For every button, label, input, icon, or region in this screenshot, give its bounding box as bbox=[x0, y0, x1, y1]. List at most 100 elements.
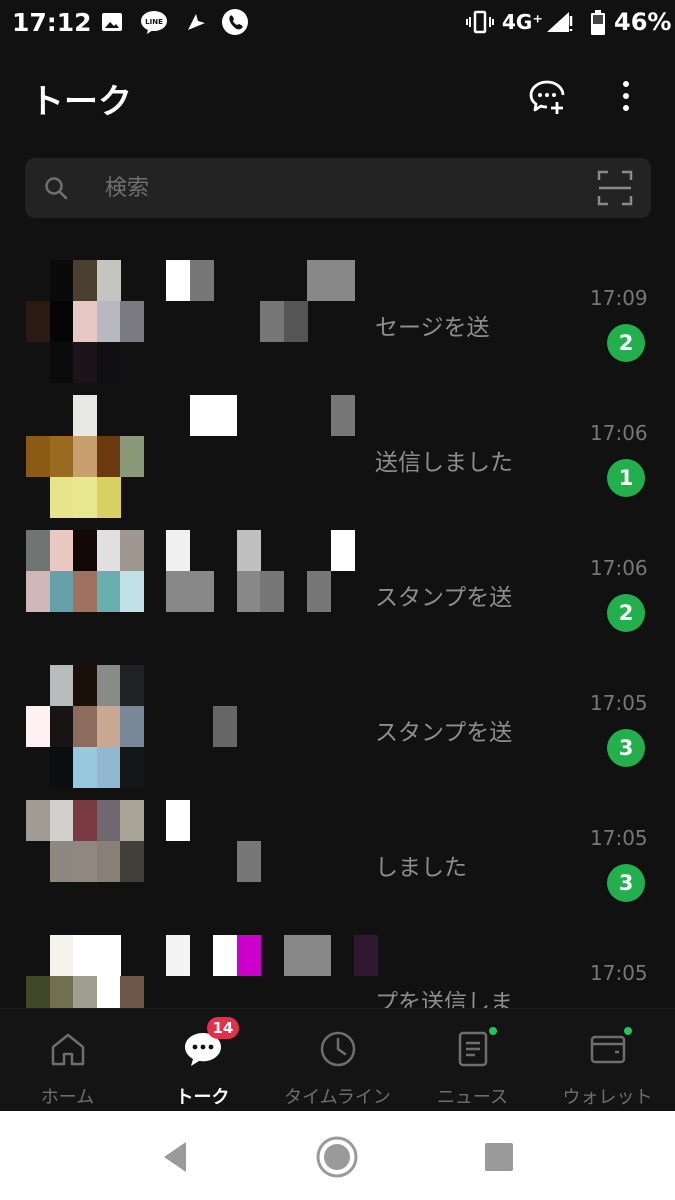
qr-scan-icon[interactable] bbox=[597, 170, 633, 206]
message-time: 17:05 bbox=[590, 826, 648, 850]
nav-label: ニュース bbox=[436, 1087, 509, 1108]
mosaic-cell bbox=[26, 976, 50, 1010]
mosaic-cell bbox=[120, 665, 144, 706]
mosaic-cell bbox=[307, 260, 331, 301]
mosaic-cell bbox=[73, 260, 97, 301]
message-preview: 送信しました bbox=[375, 450, 513, 476]
battery-icon bbox=[590, 10, 606, 35]
mosaic-cell bbox=[120, 530, 144, 571]
mosaic-cell bbox=[283, 301, 308, 342]
mosaic-cell bbox=[96, 530, 121, 571]
nav-label: タイムライン bbox=[284, 1087, 391, 1108]
nav-news[interactable]: ニュース bbox=[405, 1009, 540, 1112]
back-icon bbox=[164, 1142, 186, 1172]
chat-row[interactable]: しました 17:05 3 bbox=[0, 790, 675, 925]
mosaic-cell bbox=[189, 395, 214, 436]
mosaic-cell bbox=[330, 260, 355, 301]
mosaic-cell bbox=[73, 301, 97, 342]
mosaic-cell bbox=[49, 342, 74, 383]
chat-icon: 14 bbox=[183, 1017, 240, 1069]
news-icon bbox=[453, 1027, 497, 1069]
search-bar[interactable] bbox=[25, 158, 651, 218]
mosaic-cell bbox=[26, 436, 50, 477]
chat-row[interactable]: プを送信しま 17:05 bbox=[0, 925, 675, 1010]
mosaic-cell bbox=[96, 260, 121, 301]
message-preview: スタンプを送 bbox=[375, 585, 513, 611]
mosaic-cell bbox=[26, 571, 50, 612]
mosaic-cell bbox=[307, 571, 331, 612]
mosaic-cell bbox=[120, 301, 144, 342]
chat-row[interactable]: スタンプを送 17:05 3 bbox=[0, 655, 675, 790]
message-preview: しました bbox=[375, 855, 467, 881]
nav-talk[interactable]: 14 トーク bbox=[135, 1009, 270, 1112]
mosaic-cell bbox=[49, 706, 74, 747]
chat-row[interactable]: スタンプを送 17:06 2 bbox=[0, 520, 675, 655]
mosaic-cell bbox=[330, 530, 355, 571]
unread-badge: 3 bbox=[607, 729, 645, 767]
more-menu-button[interactable] bbox=[606, 76, 646, 116]
mosaic-cell bbox=[49, 436, 74, 477]
nav-wallet[interactable]: ウォレット bbox=[540, 1009, 675, 1112]
mosaic-cell bbox=[96, 935, 121, 976]
line-app-icon: LINE bbox=[140, 10, 168, 34]
mosaic-cell bbox=[96, 301, 121, 342]
mosaic-cell bbox=[73, 342, 97, 383]
nav-home[interactable]: ホーム bbox=[0, 1009, 135, 1112]
mosaic-cell bbox=[49, 665, 74, 706]
mosaic-cell bbox=[73, 665, 97, 706]
mosaic-cell bbox=[73, 530, 97, 571]
mosaic-cell bbox=[73, 841, 97, 882]
mosaic-cell bbox=[26, 301, 50, 342]
mosaic-cell bbox=[49, 976, 74, 1010]
signal-icon bbox=[545, 10, 575, 34]
home-icon bbox=[48, 1029, 88, 1069]
message-time: 17:06 bbox=[590, 556, 648, 580]
phone-icon bbox=[222, 9, 248, 35]
unread-badge: 2 bbox=[607, 594, 645, 632]
status-time: 17:12 bbox=[12, 8, 92, 37]
mosaic-cell bbox=[120, 841, 144, 882]
mosaic-cell bbox=[236, 571, 261, 612]
new-chat-button[interactable] bbox=[527, 76, 567, 116]
mosaic-cell bbox=[120, 436, 144, 477]
wallet-icon bbox=[588, 1027, 632, 1069]
mosaic-cell bbox=[260, 571, 284, 612]
unread-badge: 2 bbox=[607, 324, 645, 362]
search-input[interactable] bbox=[105, 158, 585, 218]
recents-button[interactable] bbox=[477, 1135, 521, 1179]
mosaic-cell bbox=[26, 706, 50, 747]
nav-timeline[interactable]: タイムライン bbox=[270, 1009, 405, 1112]
mosaic-cell bbox=[330, 395, 355, 436]
mosaic-cell bbox=[213, 935, 237, 976]
mosaic-cell bbox=[96, 747, 121, 788]
home-button[interactable] bbox=[315, 1135, 359, 1179]
nav-label: ウォレット bbox=[562, 1087, 653, 1108]
mosaic-cell bbox=[213, 706, 237, 747]
back-button[interactable] bbox=[153, 1135, 197, 1179]
mosaic-cell bbox=[213, 395, 237, 436]
mosaic-cell bbox=[166, 530, 190, 571]
mosaic-cell bbox=[96, 477, 121, 518]
system-navigation-bar bbox=[0, 1111, 675, 1200]
nav-label: トーク bbox=[175, 1087, 230, 1108]
mosaic-cell bbox=[354, 935, 378, 976]
mosaic-cell bbox=[166, 800, 190, 841]
message-preview: スタンプを送 bbox=[375, 720, 513, 746]
page-title: トーク bbox=[30, 82, 132, 122]
mosaic-cell bbox=[49, 747, 74, 788]
chat-row[interactable]: セージを送 17:09 2 bbox=[0, 250, 675, 385]
image-icon bbox=[100, 10, 124, 34]
message-time: 17:06 bbox=[590, 421, 648, 445]
recents-icon bbox=[485, 1143, 513, 1171]
mosaic-cell bbox=[96, 342, 121, 383]
chat-list[interactable]: セージを送 17:09 2 送信しました 17:06 1 スタンプを送 17:0… bbox=[0, 250, 675, 1010]
mosaic-cell bbox=[73, 747, 97, 788]
mosaic-cell bbox=[73, 477, 97, 518]
chat-row[interactable]: 送信しました 17:06 1 bbox=[0, 385, 675, 520]
mosaic-cell bbox=[189, 260, 214, 301]
mosaic-cell bbox=[120, 706, 144, 747]
mosaic-cell bbox=[49, 530, 74, 571]
message-preview: セージを送 bbox=[375, 315, 490, 341]
message-time: 17:05 bbox=[590, 691, 648, 715]
mosaic-cell bbox=[73, 436, 97, 477]
